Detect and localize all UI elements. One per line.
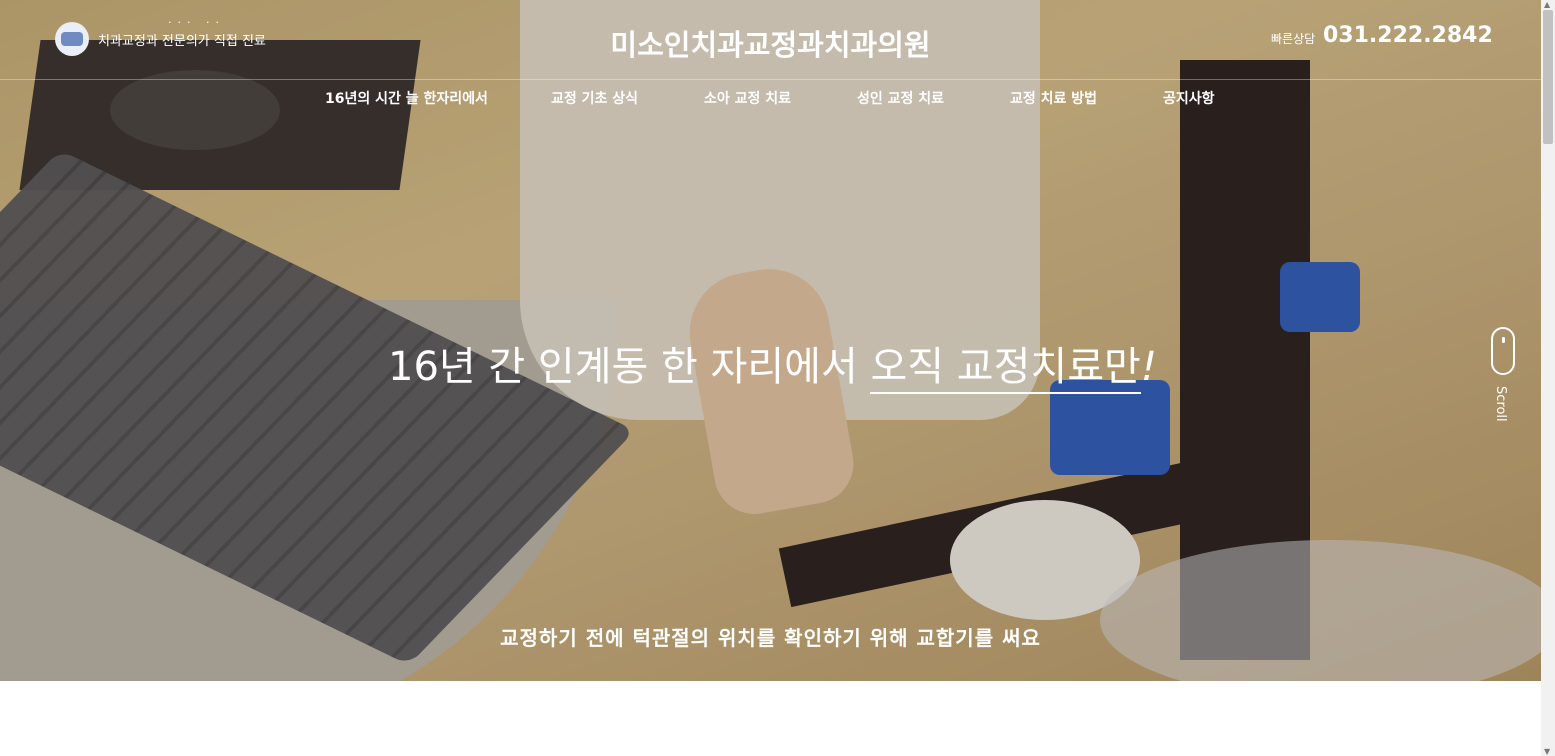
top-header: ··· ·· 치과교정과 전문의가 직접 진료 미소인치과교정과치과의원 빠른상…: [0, 0, 1541, 80]
phone-label: 빠른상담: [1271, 32, 1316, 46]
nav-item-adult-ortho[interactable]: 성인 교정 치료: [857, 88, 944, 108]
scrollbar-thumb[interactable]: [1543, 10, 1553, 144]
scroll-down-arrow-icon[interactable]: ▼: [1544, 747, 1550, 756]
page-scrollbar[interactable]: ▲ ▼: [1541, 0, 1555, 756]
mouse-scroll-icon[interactable]: [1491, 327, 1515, 375]
nav-item-child-ortho[interactable]: 소아 교정 치료: [704, 88, 791, 108]
phone-number[interactable]: 031.222.2842: [1323, 23, 1493, 48]
headline-highlight: 오직 교정치료만: [870, 344, 1141, 394]
main-nav: 16년의 시간 늘 한자리에서 교정 기초 상식 소아 교정 치료 성인 교정 …: [0, 88, 1541, 112]
nav-item-history[interactable]: 16년의 시간 늘 한자리에서: [325, 88, 488, 108]
nav-item-methods[interactable]: 교정 치료 방법: [1010, 88, 1097, 108]
hero-headline: 16년 간 인계동 한 자리에서 오직 교정치료만!: [388, 334, 1157, 394]
hero-section: ··· ·· 치과교정과 전문의가 직접 진료 미소인치과교정과치과의원 빠른상…: [0, 0, 1541, 681]
hero-caption: 교정하기 전에 턱관절의 위치를 확인하기 위해 교합기를 써요: [500, 626, 1041, 650]
headline-suffix: !: [1140, 344, 1157, 390]
scroll-up-arrow-icon[interactable]: ▲: [1544, 0, 1550, 9]
scroll-label[interactable]: Scroll: [1493, 386, 1508, 422]
nav-item-basics[interactable]: 교정 기초 상식: [551, 88, 638, 108]
headline-prefix: 16년 간 인계동 한 자리에서: [388, 344, 871, 390]
nav-item-notices[interactable]: 공지사항: [1163, 88, 1215, 108]
